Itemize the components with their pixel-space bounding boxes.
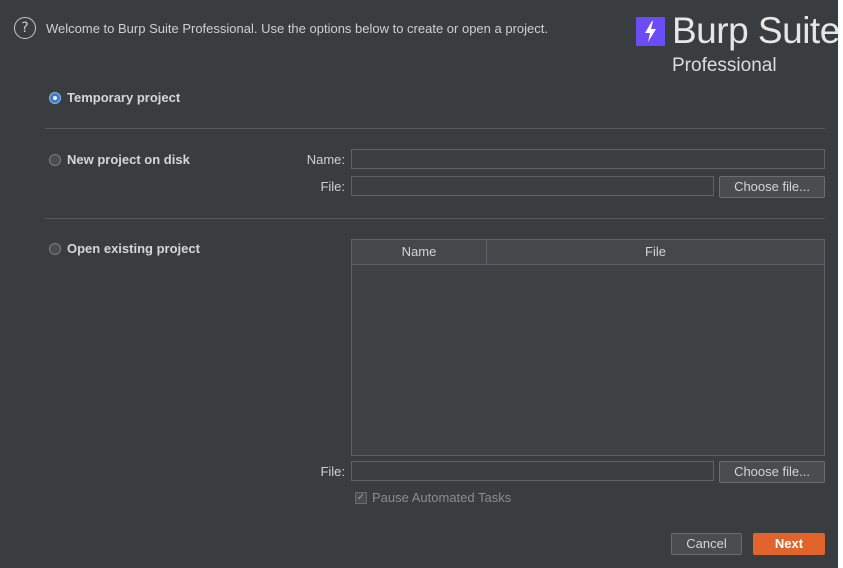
existing-project-file-input[interactable] [351,461,714,481]
file-field-label: File: [320,179,345,194]
next-button[interactable]: Next [753,533,825,555]
temporary-project-radio[interactable] [49,92,61,104]
new-project-radio[interactable] [49,154,61,166]
table-header-file[interactable]: File [487,240,824,265]
pause-automated-tasks-label[interactable]: Pause Automated Tasks [372,490,511,505]
logo-subtitle: Professional [672,55,777,76]
open-existing-label[interactable]: Open existing project [67,241,200,256]
welcome-text: Welcome to Burp Suite Professional. Use … [46,21,548,36]
project-name-input[interactable] [351,149,825,169]
logo-title: Burp Suite [672,10,840,51]
existing-file-field-label: File: [320,464,345,479]
help-icon[interactable]: ? [14,17,36,39]
name-field-label: Name: [306,152,345,167]
open-existing-radio[interactable] [49,243,61,255]
existing-project-choose-file-button[interactable]: Choose file... [719,461,825,483]
burp-logo-icon [636,17,665,46]
table-header-name[interactable]: Name [352,240,487,265]
recent-projects-table[interactable]: Name File [351,239,825,456]
cancel-button[interactable]: Cancel [671,533,742,555]
divider [45,218,825,219]
new-project-file-input[interactable] [351,176,714,196]
pause-automated-tasks-checkbox[interactable]: ✓ [355,492,367,504]
temporary-project-label[interactable]: Temporary project [67,90,180,105]
window-edge [838,0,843,568]
new-project-label[interactable]: New project on disk [67,152,190,167]
divider [45,128,825,129]
new-project-choose-file-button[interactable]: Choose file... [719,176,825,198]
